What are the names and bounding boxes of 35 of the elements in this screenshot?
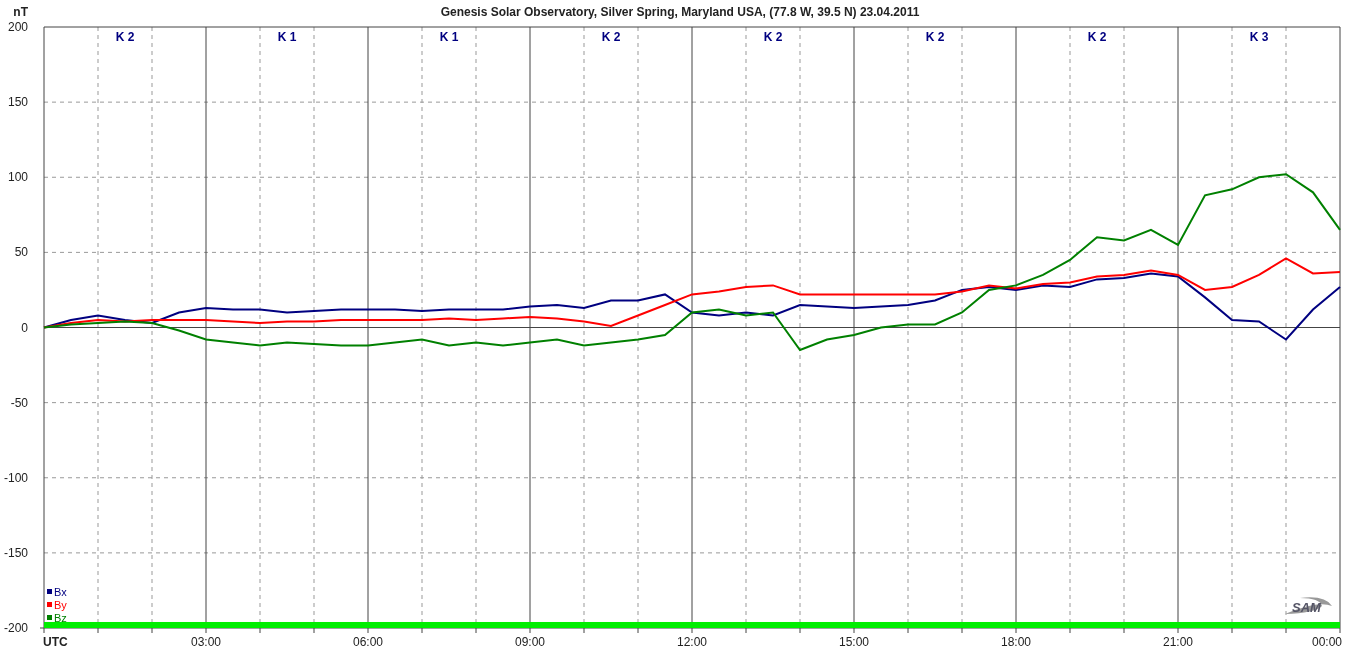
k-index-label: K 3	[1249, 30, 1269, 44]
chart-title: Genesis Solar Observatory, Silver Spring, Maryland USA, (77.8 W, 39.5 N) 23.04.2011	[440, 5, 920, 19]
k-index-label: K 2	[925, 30, 945, 44]
y-tick-label: 100	[7, 170, 28, 185]
logo: SAM	[1285, 597, 1332, 615]
x-tick-label: 00:00	[1311, 635, 1342, 649]
legend-label: Bz	[54, 612, 67, 624]
x-tick-label: 12:00	[677, 635, 707, 649]
y-tick-label: 150	[7, 95, 28, 110]
y-tick-label: 200	[7, 20, 28, 34]
x-tick-label: UTC	[43, 635, 68, 649]
legend-label: Bx	[54, 586, 67, 598]
y-tick-label: 50	[14, 245, 28, 260]
k-index-label: K 1	[439, 30, 459, 44]
k-index-label: K 2	[601, 30, 621, 44]
k-index-label: K 1	[277, 30, 297, 44]
x-tick-label: 21:00	[1163, 635, 1193, 649]
y-tick-label: -200	[3, 621, 28, 635]
x-tick-label: 18:00	[1001, 635, 1031, 649]
y-tick-label: 0	[21, 320, 28, 335]
y-tick-label: -150	[3, 545, 28, 560]
legend-swatch	[47, 589, 52, 594]
k-index-label: K 2	[763, 30, 783, 44]
x-tick-label: 03:00	[191, 635, 221, 649]
k-index-label: K 2	[115, 30, 135, 44]
x-tick-label: 09:00	[515, 635, 545, 649]
x-tick-label: 06:00	[353, 635, 383, 649]
y-axis-label: nT	[13, 5, 28, 19]
legend-label: By	[54, 599, 67, 611]
x-tick-label: 15:00	[839, 635, 869, 649]
legend-swatch	[47, 602, 52, 607]
legend-swatch	[47, 615, 52, 620]
y-tick-label: -100	[3, 470, 28, 485]
y-tick-label: -50	[10, 395, 28, 410]
k-index-label: K 2	[1087, 30, 1107, 44]
